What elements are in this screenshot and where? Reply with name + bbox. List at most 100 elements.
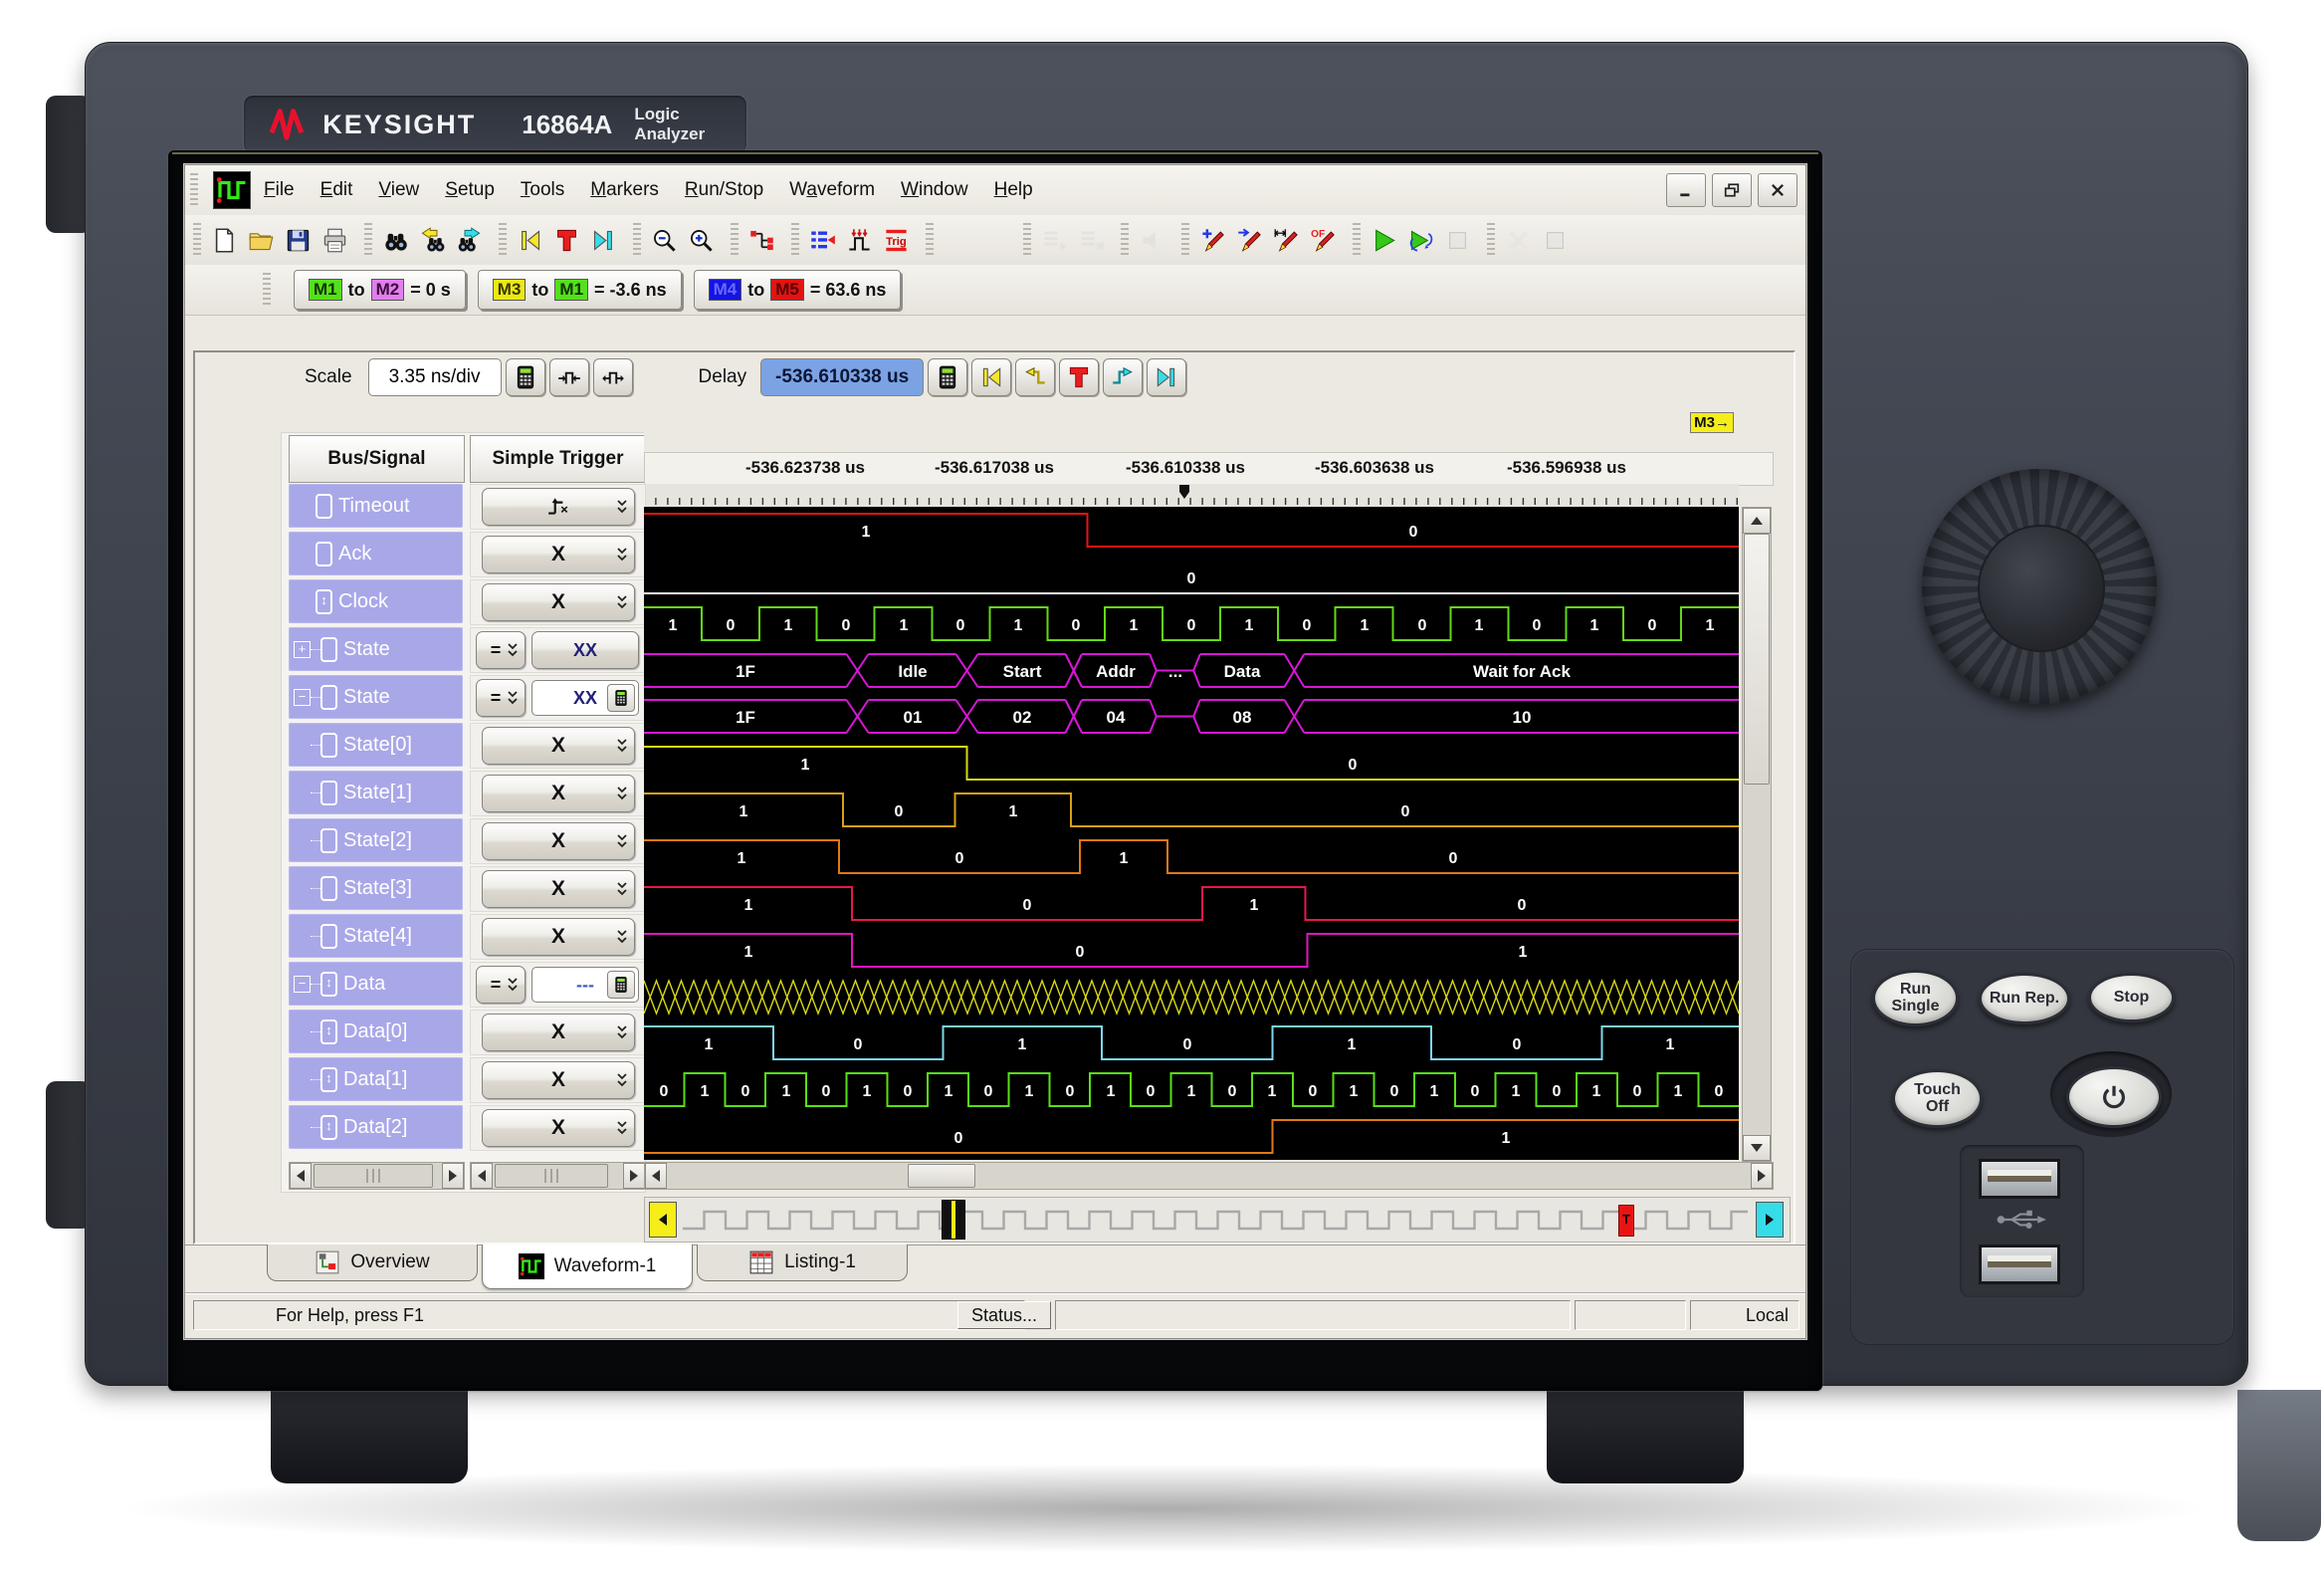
menu-help[interactable]: Help	[981, 171, 1046, 209]
new-file-button[interactable]	[206, 222, 243, 259]
usb-port-2[interactable]	[1979, 1244, 2060, 1284]
marker-pair-button-m1-m2[interactable]: M1 to M2 = 0 s	[294, 270, 466, 310]
open-folder-button[interactable]	[243, 222, 280, 259]
save-button[interactable]	[280, 222, 317, 259]
marker-new-button[interactable]	[1194, 222, 1231, 259]
hscroll-thumb[interactable]	[495, 1164, 608, 1188]
goto-trigger-button[interactable]	[548, 222, 585, 259]
bus-signal-state-row-3[interactable]: + State	[289, 627, 463, 671]
scroll-left-button[interactable]	[645, 1163, 667, 1189]
menu-file[interactable]: File	[251, 171, 308, 209]
delay-next-edge-button[interactable]	[1103, 358, 1144, 396]
probe-tree-button[interactable]	[743, 222, 780, 259]
scale-zoom-in-time-button[interactable]	[548, 358, 589, 396]
trigger-dropdown[interactable]: X	[482, 1014, 635, 1051]
expand-icon[interactable]: +	[294, 640, 311, 658]
scroll-right-button[interactable]	[442, 1163, 464, 1189]
waveform-hscrollbar[interactable]	[644, 1162, 1774, 1190]
m3-marker-chip[interactable]: M3→	[1690, 412, 1734, 433]
touch-off-button[interactable]: Touch Off	[1892, 1069, 1983, 1128]
scroll-left-button[interactable]	[471, 1163, 493, 1189]
bus-signal-clock-row-2[interactable]: ↕ Clock	[289, 579, 463, 623]
menu-markers[interactable]: Markers	[577, 171, 672, 209]
trigger-dropdown[interactable]	[482, 488, 635, 526]
close-button[interactable]	[1758, 173, 1797, 207]
goto-end-button[interactable]	[585, 222, 622, 259]
trigger-dropdown[interactable]: X	[482, 822, 635, 860]
print-button[interactable]	[317, 222, 353, 259]
trigger-dropdown[interactable]: X	[482, 775, 635, 812]
scale-calculator-button[interactable]	[505, 358, 545, 396]
trigger-setup-button[interactable]: Trig	[878, 222, 915, 259]
restore-button[interactable]	[1712, 173, 1752, 207]
trigger-hscrollbar[interactable]	[470, 1162, 646, 1190]
tab-waveform-1[interactable]: Waveform-1	[482, 1244, 693, 1289]
menu-waveform[interactable]: Waveform	[776, 171, 888, 209]
menu-window[interactable]: Window	[888, 171, 981, 209]
trigger-compare-dropdown[interactable]: =	[476, 631, 526, 669]
delay-calculator-button[interactable]	[928, 358, 968, 396]
bus-signal-ack-row-1[interactable]: Ack	[289, 532, 463, 575]
menu-view[interactable]: View	[365, 171, 432, 209]
menu-tools[interactable]: Tools	[508, 171, 577, 209]
bus-signal-state-row-4[interactable]: − State	[289, 675, 463, 719]
bus-signal-hscrollbar[interactable]	[289, 1162, 465, 1190]
hscroll-thumb[interactable]	[908, 1164, 975, 1188]
find-prev-button[interactable]	[414, 222, 451, 259]
menu-setup[interactable]: Setup	[432, 171, 508, 209]
trigger-value-input[interactable]: XX	[531, 680, 639, 716]
tab-overview[interactable]: Overview	[267, 1244, 478, 1281]
scroll-right-button[interactable]	[1751, 1163, 1773, 1189]
acquisition-overview-bar[interactable]: T	[644, 1197, 1791, 1243]
scale-zoom-out-time-button[interactable]	[592, 358, 633, 396]
trigger-dropdown[interactable]: X	[482, 1061, 635, 1099]
run-button[interactable]	[1366, 222, 1402, 259]
delay-prev-edge-button[interactable]	[1015, 358, 1056, 396]
menu-edit[interactable]: Edit	[308, 171, 366, 209]
trigger-compare-dropdown[interactable]: =	[476, 966, 526, 1004]
trigger-value-button[interactable]: XX	[531, 631, 639, 669]
marker-pair-button-m4-m5[interactable]: M4 to M5 = 63.6 ns	[693, 270, 902, 310]
sampling-setup-button[interactable]	[841, 222, 878, 259]
overview-position-cursor[interactable]	[942, 1200, 965, 1240]
marker-goto-button[interactable]	[1231, 222, 1268, 259]
run-repetitive-button[interactable]	[1402, 222, 1439, 259]
bus-signal-timeout-row-0[interactable]: Timeout	[289, 484, 463, 528]
tab-listing-1[interactable]: Listing-1	[697, 1244, 908, 1281]
navigation-knob-center[interactable]	[1978, 525, 2105, 652]
delay-input[interactable]	[760, 358, 925, 396]
bus-signal-data-2-row-13[interactable]: ↕ Data[2]	[289, 1105, 463, 1149]
delay-goto-end-button[interactable]	[1147, 358, 1187, 396]
scroll-left-button[interactable]	[290, 1163, 312, 1189]
trigger-dropdown[interactable]: X	[482, 583, 635, 621]
trigger-compare-dropdown[interactable]: =	[476, 679, 526, 717]
minimize-button[interactable]	[1666, 173, 1706, 207]
bus-signal-data-row-10[interactable]: − ↕ Data	[289, 962, 463, 1006]
delay-goto-begin-button[interactable]	[971, 358, 1012, 396]
scroll-up-button[interactable]	[1743, 508, 1771, 534]
bus-signal-data-0-row-11[interactable]: ↕ Data[0]	[289, 1010, 463, 1053]
collapse-icon[interactable]: −	[294, 688, 311, 706]
scale-input[interactable]	[367, 358, 502, 396]
scroll-down-button[interactable]	[1743, 1135, 1771, 1161]
overview-goto-end-button[interactable]	[1756, 1202, 1784, 1238]
calculator-button[interactable]	[607, 684, 635, 712]
scroll-right-button[interactable]	[623, 1163, 645, 1189]
zoom-in-button[interactable]	[683, 222, 720, 259]
trigger-dropdown[interactable]: X	[482, 1109, 635, 1147]
zoom-out-button[interactable]	[646, 222, 683, 259]
find-button[interactable]	[377, 222, 414, 259]
collapse-icon[interactable]: −	[294, 975, 311, 993]
waveform-plot[interactable]: 1 0 0 1 0 1 0 1 0 1 0 1 0 1 0 1 0 1 0 1 0 1 1F Idle Start Addr...…	[644, 507, 1739, 1160]
waveform-vscrollbar[interactable]	[1742, 507, 1772, 1162]
bus-signal-state-0-row-5[interactable]: State[0]	[289, 723, 463, 767]
bus-signal-data-1-row-12[interactable]: ↕ Data[1]	[289, 1057, 463, 1101]
trigger-dropdown[interactable]: X	[482, 870, 635, 908]
vscroll-thumb[interactable]	[1744, 534, 1770, 785]
find-next-button[interactable]	[451, 222, 488, 259]
usb-port-1[interactable]	[1979, 1159, 2060, 1199]
menu-run-stop[interactable]: Run/Stop	[672, 171, 776, 209]
goto-begin-button[interactable]	[512, 222, 548, 259]
trigger-dropdown[interactable]: X	[482, 918, 635, 956]
bus-signal-state-4-row-9[interactable]: State[4]	[289, 914, 463, 958]
